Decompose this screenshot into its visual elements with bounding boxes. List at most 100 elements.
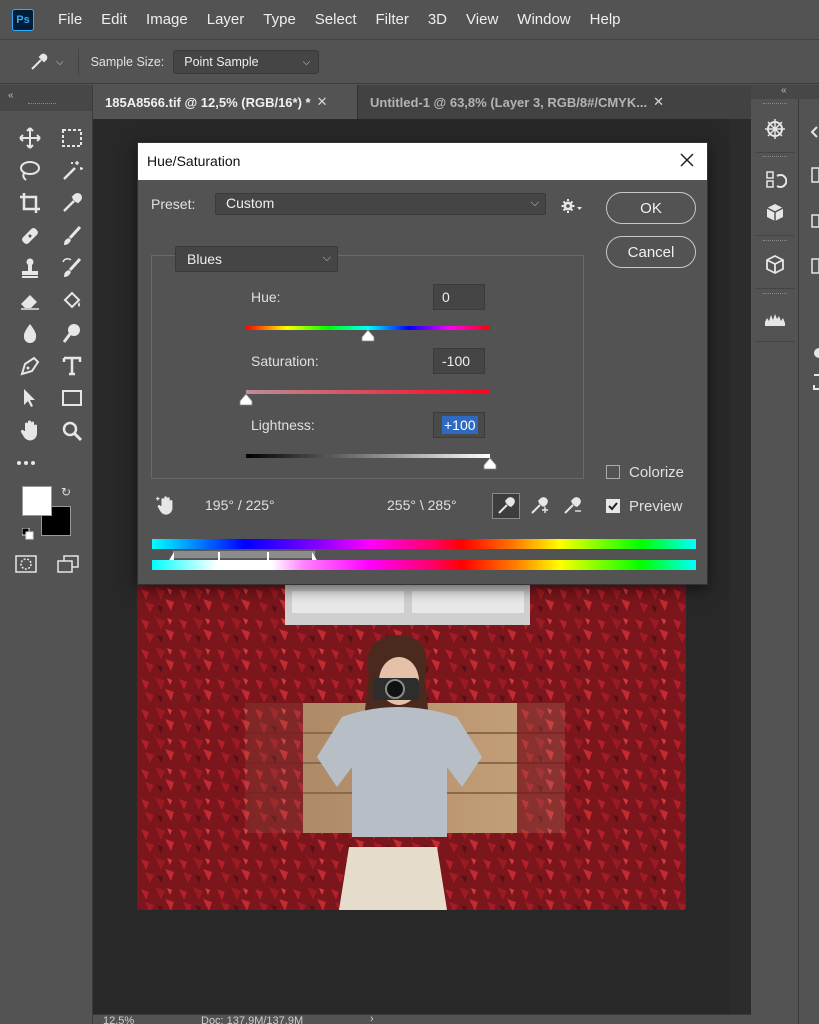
tools-grip[interactable] — [28, 103, 56, 105]
type-tool-icon[interactable] — [51, 350, 93, 383]
menu-bar: Ps File Edit Image Layer Type Select Fil… — [0, 0, 819, 40]
menu-window[interactable]: Window — [517, 11, 570, 28]
cube-icon[interactable] — [761, 251, 789, 279]
saturation-value: -100 — [442, 353, 471, 369]
saturation-slider-thumb[interactable] — [239, 393, 253, 406]
lightness-slider-thumb[interactable] — [483, 457, 497, 470]
preview-label[interactable]: Preview — [629, 498, 682, 515]
close-icon[interactable]: ✕ — [317, 94, 328, 110]
brush-tool-icon[interactable] — [51, 220, 93, 253]
eyedropper-plus-icon[interactable] — [525, 493, 553, 519]
hue-input[interactable]: 0 — [433, 284, 485, 310]
colorize-label[interactable]: Colorize — [629, 464, 684, 481]
output-color-bar — [152, 560, 696, 570]
paint-bucket-tool-icon[interactable] — [51, 285, 93, 318]
eyedropper-tool-icon[interactable] — [51, 187, 93, 220]
saturation-slider-track[interactable] — [246, 390, 490, 394]
close-icon[interactable]: ✕ — [653, 94, 664, 110]
range-right-fall-handle[interactable] — [312, 549, 318, 562]
lightness-slider-track[interactable] — [246, 454, 490, 458]
preview-checkbox[interactable] — [606, 499, 620, 513]
zoom-level[interactable]: 12,5% — [103, 1015, 134, 1024]
cancel-button[interactable]: Cancel — [606, 236, 696, 268]
tab-185a8566[interactable]: 185A8566.tif @ 12,5% (RGB/16*) * ✕ — [93, 85, 357, 119]
hand-icon[interactable] — [155, 495, 177, 517]
saturation-input[interactable]: -100 — [433, 348, 485, 374]
magic-wand-tool-icon[interactable] — [51, 155, 93, 188]
menu-help[interactable]: Help — [590, 11, 621, 28]
healing-brush-tool-icon[interactable] — [9, 220, 51, 253]
eyedropper-icon[interactable] — [492, 493, 520, 519]
menu-view[interactable]: View — [466, 11, 498, 28]
chevron-down-icon: ⌵ — [530, 197, 539, 209]
dock-grip[interactable] — [763, 103, 787, 105]
gear-icon[interactable] — [561, 198, 583, 214]
sample-size-select[interactable]: Point Sample ⌵ — [173, 50, 320, 74]
document-image[interactable] — [137, 585, 686, 910]
lightness-input[interactable]: +100 — [433, 412, 485, 438]
tool-preset-eyedropper-icon[interactable] — [24, 47, 54, 77]
range-left-fall-handle[interactable] — [168, 549, 174, 562]
marquee-tool-icon[interactable] — [51, 122, 93, 155]
ok-button[interactable]: OK — [606, 192, 696, 224]
tools-collapse-icon[interactable]: « — [0, 85, 92, 111]
dialog-title: Hue/Saturation — [147, 153, 241, 169]
tool-preset-chevron-icon[interactable]: ⌵ — [56, 57, 64, 68]
zoom-tool-icon[interactable] — [51, 415, 93, 448]
menu-file[interactable]: File — [58, 11, 82, 28]
blur-tool-icon[interactable] — [9, 317, 51, 350]
menu-type[interactable]: Type — [263, 11, 296, 28]
range-right-handle[interactable] — [265, 549, 271, 562]
color-range-bar[interactable] — [172, 550, 316, 559]
default-colors-icon[interactable] — [21, 527, 34, 540]
lightness-label: Lightness: — [251, 417, 315, 433]
colorize-checkbox[interactable] — [606, 465, 620, 479]
dock-separator — [755, 152, 795, 153]
menu-layer[interactable]: Layer — [207, 11, 245, 28]
swap-colors-icon[interactable]: ↻ — [61, 485, 71, 499]
menu-select[interactable]: Select — [315, 11, 357, 28]
chevron-down-icon: ⌵ — [322, 252, 331, 264]
rectangle-tool-icon[interactable] — [51, 382, 93, 415]
edit-toolbar-icon[interactable] — [14, 451, 38, 475]
hand-tool-icon[interactable] — [9, 415, 51, 448]
vertical-scrollbar[interactable] — [730, 119, 751, 1014]
right-panel-dock: « — [751, 85, 819, 1024]
photoshop-logo-icon[interactable]: Ps — [12, 8, 34, 31]
crop-tool-icon[interactable] — [9, 187, 51, 220]
menu-image[interactable]: Image — [146, 11, 188, 28]
dodge-tool-icon[interactable] — [51, 317, 93, 350]
menu-edit[interactable]: Edit — [101, 11, 127, 28]
dock-grip[interactable] — [763, 240, 787, 242]
range-left-handle[interactable] — [216, 549, 222, 562]
dock-grip[interactable] — [763, 293, 787, 295]
menu-3d[interactable]: 3D — [428, 11, 447, 28]
tab-untitled-1[interactable]: Untitled-1 @ 63,8% (Layer 3, RGB/8#/CMYK… — [357, 85, 700, 119]
foreground-color-swatch[interactable] — [22, 486, 52, 516]
pen-tool-icon[interactable] — [9, 350, 51, 383]
eyedropper-minus-icon[interactable] — [558, 493, 586, 519]
lasso-tool-icon[interactable] — [9, 155, 51, 188]
dialog-title-bar[interactable]: Hue/Saturation — [138, 143, 707, 180]
quick-mask-icon[interactable] — [14, 553, 38, 575]
eraser-tool-icon[interactable] — [9, 285, 51, 318]
screen-mode-icon[interactable] — [56, 553, 80, 575]
hue-slider-thumb[interactable] — [361, 329, 375, 342]
status-menu-icon[interactable]: › — [370, 1015, 374, 1024]
navigator-icon[interactable] — [761, 115, 789, 143]
close-icon[interactable] — [678, 151, 696, 169]
history-brush-tool-icon[interactable] — [51, 252, 93, 285]
histogram-icon[interactable] — [761, 304, 789, 332]
dock-grip[interactable] — [763, 156, 787, 158]
3d-panel-icon[interactable] — [761, 199, 789, 227]
dock-collapse-icon[interactable]: « — [751, 85, 819, 99]
adjustment-group-box — [151, 255, 584, 479]
menu-filter[interactable]: Filter — [376, 11, 409, 28]
history-icon[interactable] — [761, 166, 789, 194]
path-selection-tool-icon[interactable] — [9, 382, 51, 415]
clone-stamp-tool-icon[interactable] — [9, 252, 51, 285]
channel-select[interactable]: Blues ⌵ — [175, 246, 338, 272]
move-tool-icon[interactable] — [9, 122, 51, 155]
doc-size: Doc: 137,9M/137,9M — [201, 1015, 304, 1024]
preset-select[interactable]: Custom ⌵ — [215, 193, 546, 215]
